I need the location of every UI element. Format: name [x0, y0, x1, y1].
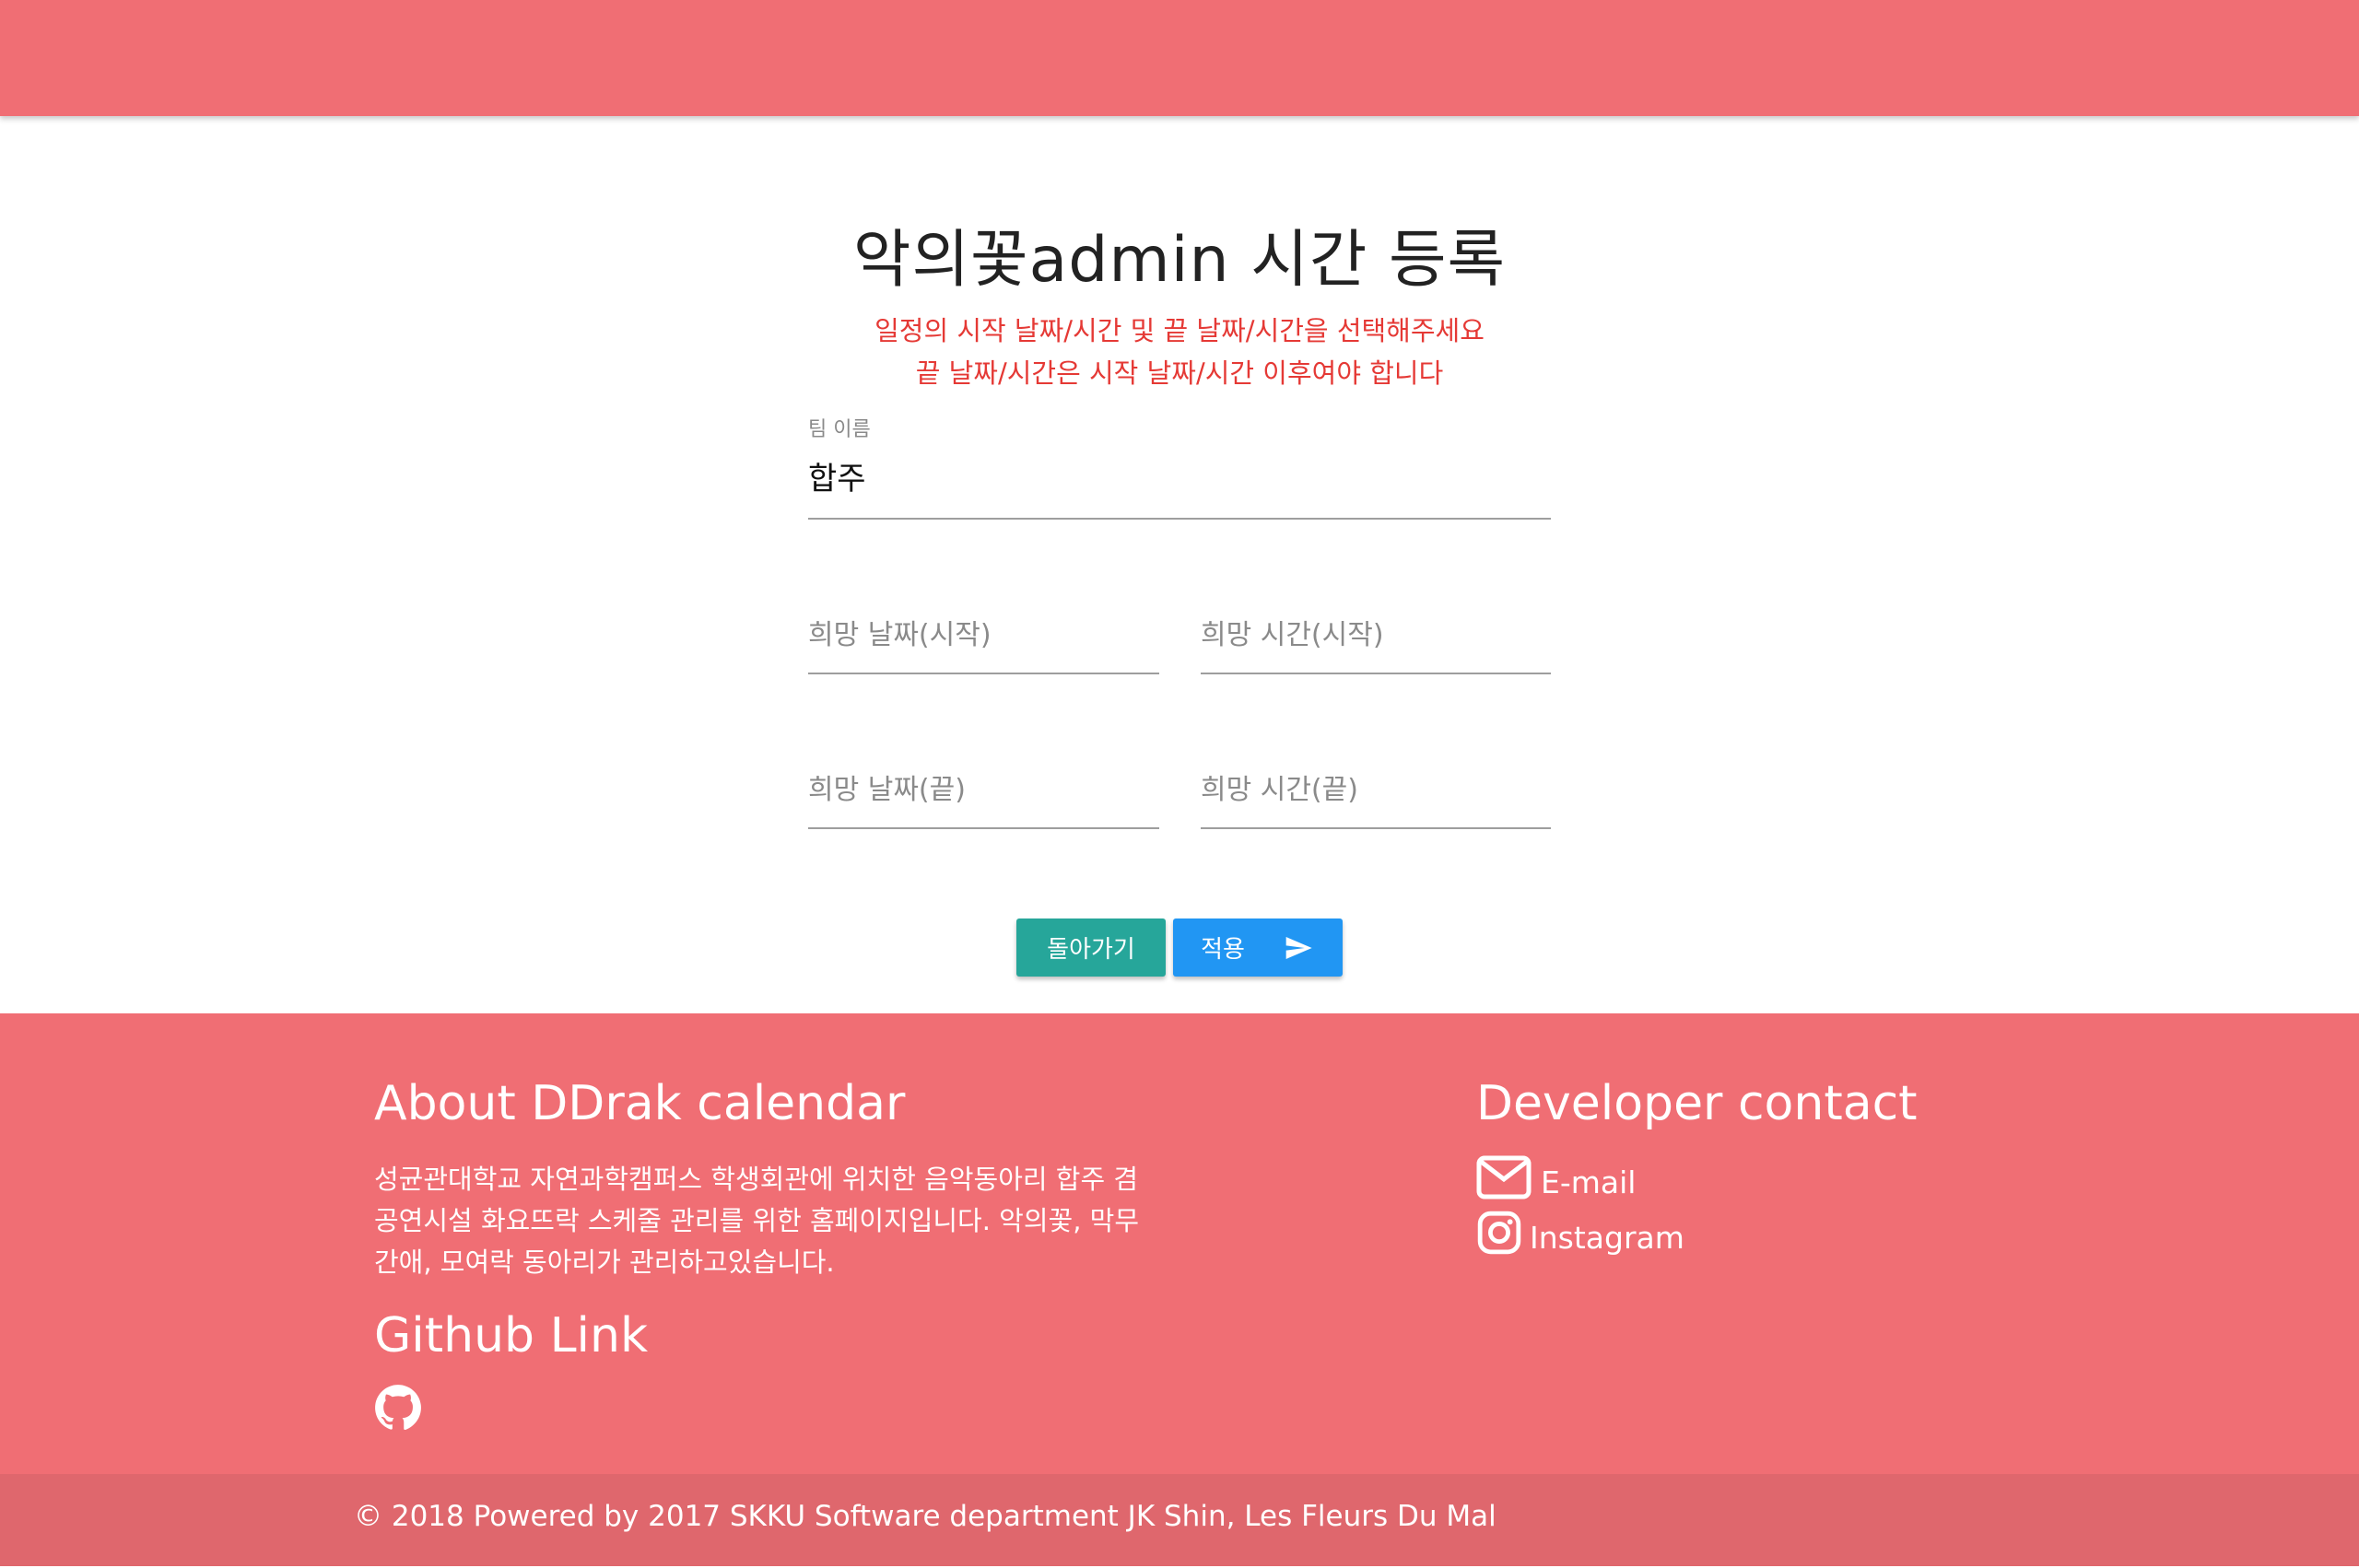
submit-button-label: 적용 — [1201, 936, 1245, 964]
instagram-label: Instagram — [1530, 1220, 1684, 1256]
about-line-1: 성균관대학교 자연과학캠퍼스 학생회관에 위치한 음악동아리 합주 겸 — [374, 1164, 1139, 1195]
start-time-field[interactable]: 희망 시간(시작) — [1201, 599, 1551, 674]
submit-button[interactable]: 적용 — [1173, 919, 1343, 977]
page-title: 악의꽃admin 시간 등록 — [852, 224, 1507, 297]
about-line-2: 공연시설 화요뜨락 스케줄 관리를 위한 홈페이지입니다. 악의꽃, 막무 — [374, 1205, 1140, 1236]
instagram-link[interactable]: Instagram — [1476, 1209, 1684, 1256]
github-icon[interactable] — [374, 1384, 422, 1432]
team-name-label: 팀 이름 — [808, 418, 871, 441]
instagram-icon — [1476, 1210, 1522, 1256]
back-button[interactable]: 돌아가기 — [1016, 919, 1166, 977]
send-icon — [1282, 933, 1315, 963]
end-date-field[interactable]: 희망 날짜(끝) — [808, 754, 1159, 829]
top-navbar — [0, 0, 2359, 116]
start-time-placeholder: 희망 시간(시작) — [1201, 619, 1384, 651]
end-time-field[interactable]: 희망 시간(끝) — [1201, 754, 1551, 829]
notice-line-1: 일정의 시작 날짜/시간 및 끝 날짜/시간을 선택해주세요 — [874, 315, 1485, 346]
mail-icon — [1476, 1155, 1532, 1199]
start-date-field[interactable]: 희망 날짜(시작) — [808, 599, 1159, 674]
end-date-placeholder: 희망 날짜(끝) — [808, 774, 966, 806]
back-button-label: 돌아가기 — [1047, 936, 1135, 964]
about-line-3: 간애, 모여락 동아리가 관리하고있습니다. — [374, 1246, 835, 1278]
footer — [0, 1013, 2359, 1474]
end-time-placeholder: 희망 시간(끝) — [1201, 774, 1358, 806]
email-label: E-mail — [1541, 1164, 1637, 1200]
team-name-field[interactable]: 팀 이름 합주 — [808, 405, 1551, 520]
start-date-placeholder: 희망 날짜(시작) — [808, 619, 992, 651]
copyright-text: © 2018 Powered by 2017 SKKU Software dep… — [354, 1500, 1496, 1533]
email-link[interactable]: E-mail — [1476, 1153, 1636, 1200]
team-name-value: 합주 — [808, 461, 866, 497]
github-heading: Github Link — [374, 1308, 649, 1363]
contact-heading: Developer contact — [1476, 1076, 1918, 1131]
about-heading: About DDrak calendar — [374, 1076, 906, 1131]
notice-line-2: 끝 날짜/시간은 시작 날짜/시간 이후여야 합니다 — [915, 357, 1444, 389]
